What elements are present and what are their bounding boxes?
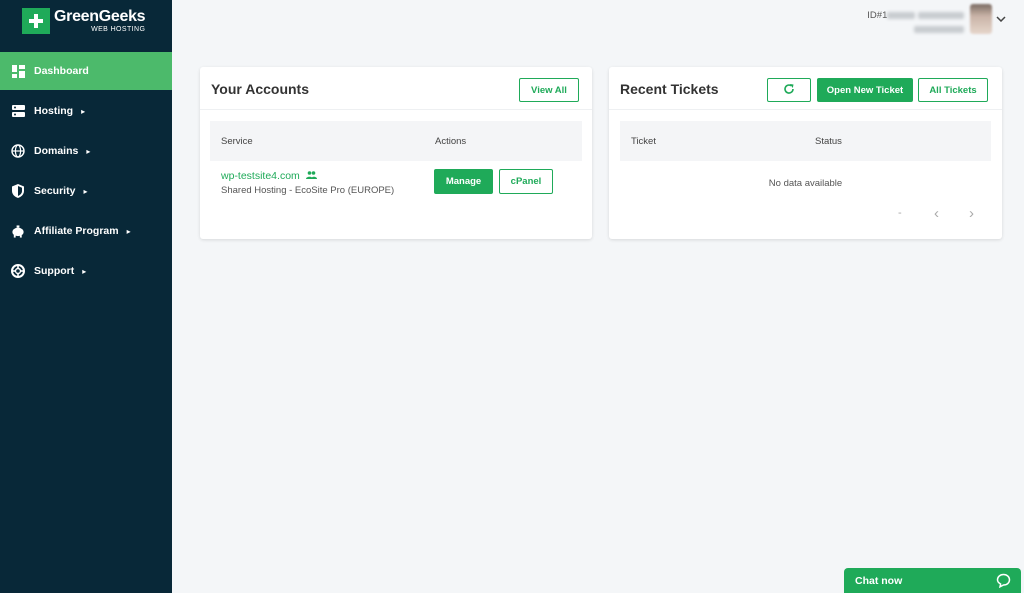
brand-name: GreenGeeks — [54, 8, 146, 25]
accounts-table-header: Service Actions — [210, 121, 582, 161]
sidebar-item-label: Dashboard — [34, 65, 89, 77]
refresh-icon — [783, 83, 795, 98]
sidebar-item-label: Security — [34, 185, 76, 197]
lifebuoy-icon — [11, 264, 25, 278]
column-actions: Actions — [435, 136, 467, 147]
redacted-text — [918, 11, 964, 19]
view-all-button[interactable]: View All — [519, 78, 579, 102]
tickets-title: Recent Tickets — [620, 81, 719, 97]
user-id: ID#1 — [867, 10, 964, 35]
redacted-text — [887, 11, 916, 19]
sidebar-item-domains[interactable]: Domains ▸ — [0, 132, 172, 170]
sidebar-item-affiliate-program[interactable]: Affiliate Program ▸ — [0, 212, 172, 250]
sidebar-nav: Dashboard Hosting ▸ Domains ▸ Security ▸ — [0, 52, 172, 292]
sidebar-item-label: Affiliate Program — [34, 225, 119, 237]
accounts-title: Your Accounts — [211, 81, 310, 97]
piggy-bank-icon — [11, 224, 25, 238]
cpanel-button[interactable]: cPanel — [499, 169, 553, 194]
dashboard-icon — [11, 64, 25, 78]
chat-label: Chat now — [855, 574, 903, 587]
server-icon — [11, 104, 25, 118]
greengeeks-logo[interactable]: GreenGeeks WEB HOSTING — [22, 6, 152, 36]
account-plan: Shared Hosting - EcoSite Pro (EUROPE) — [221, 185, 395, 196]
divider — [609, 109, 1002, 110]
chevron-right-icon: ▸ — [126, 226, 131, 236]
pager-range: - — [898, 207, 902, 219]
sidebar-item-dashboard[interactable]: Dashboard — [0, 52, 172, 90]
column-status: Status — [815, 136, 842, 147]
chat-now-widget[interactable]: Chat now — [844, 568, 1021, 593]
tickets-card: Recent Tickets Open New Ticket All Ticke… — [609, 67, 1002, 239]
sidebar-item-label: Domains — [34, 145, 79, 157]
column-ticket: Ticket — [631, 136, 656, 147]
sidebar-item-support[interactable]: Support ▸ — [0, 252, 172, 290]
chevron-left-icon[interactable]: ‹ — [934, 205, 939, 222]
chevron-right-icon: ▸ — [82, 266, 87, 276]
sidebar-item-label: Hosting — [34, 105, 74, 117]
chat-bubble-icon — [996, 573, 1011, 591]
users-icon — [305, 170, 317, 182]
sidebar-item-hosting[interactable]: Hosting ▸ — [0, 92, 172, 130]
account-domain-link[interactable]: wp-testsite4.com — [221, 170, 317, 182]
divider — [200, 109, 592, 110]
tickets-table-header: Ticket Status — [620, 121, 991, 161]
redacted-text — [914, 25, 964, 33]
all-tickets-button[interactable]: All Tickets — [918, 78, 988, 102]
globe-icon — [11, 144, 25, 158]
sidebar-item-security[interactable]: Security ▸ — [0, 172, 172, 210]
sidebar: GreenGeeks WEB HOSTING Dashboard Hosting… — [0, 0, 172, 593]
chevron-right-icon: ▸ — [81, 106, 86, 116]
column-service: Service — [221, 136, 253, 147]
chevron-down-icon[interactable] — [996, 14, 1006, 25]
accounts-card: Your Accounts View All Service Actions w… — [200, 67, 592, 239]
chevron-right-icon[interactable]: › — [969, 205, 974, 222]
shield-icon — [11, 184, 25, 198]
user-menu[interactable]: ID#1 — [867, 4, 1006, 35]
avatar[interactable] — [970, 4, 992, 34]
no-data-message: No data available — [768, 178, 843, 189]
refresh-button[interactable] — [767, 78, 811, 102]
brand-sub: WEB HOSTING — [91, 26, 146, 33]
sidebar-item-label: Support — [34, 265, 75, 277]
chevron-right-icon: ▸ — [86, 146, 91, 156]
plus-icon — [22, 8, 50, 34]
open-new-ticket-button[interactable]: Open New Ticket — [817, 78, 913, 102]
chevron-right-icon: ▸ — [83, 186, 88, 196]
manage-button[interactable]: Manage — [434, 169, 493, 194]
